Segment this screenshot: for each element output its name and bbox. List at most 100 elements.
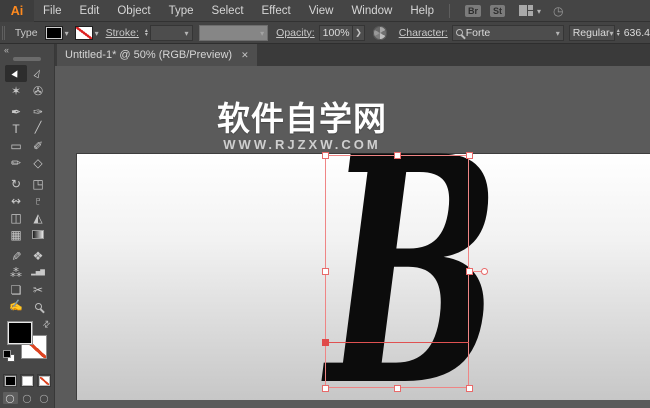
color-mode-buttons: [0, 374, 54, 387]
chevron-down-icon: [556, 27, 560, 39]
selection-handle-bottom-right[interactable]: [466, 385, 473, 392]
font-size-stepper[interactable]: ▴ ▾: [617, 28, 620, 38]
bridge-button[interactable]: Br: [465, 4, 482, 17]
stroke-none-swatch[interactable]: [74, 25, 93, 40]
scale-tool[interactable]: ◳: [27, 175, 49, 192]
rotate-tool[interactable]: ↻: [5, 175, 27, 192]
font-family-select[interactable]: Forte: [451, 24, 564, 41]
draw-inside-button[interactable]: ◯: [37, 392, 52, 404]
fill-stroke-indicator: ⇄: [0, 318, 54, 370]
workspace-switcher[interactable]: [519, 5, 541, 17]
collapse-panel-button[interactable]: «: [0, 44, 54, 55]
selection-handle-outer-circle[interactable]: [481, 268, 488, 275]
paintbrush-tool[interactable]: ✐: [27, 137, 49, 154]
menu-effect[interactable]: Effect: [253, 0, 300, 22]
selection-handle-bottom-center[interactable]: [394, 385, 401, 392]
stroke-label[interactable]: Stroke:: [106, 27, 139, 39]
menu-help[interactable]: Help: [401, 0, 443, 22]
default-fill-stroke-icon[interactable]: [3, 350, 15, 362]
drawing-mode-buttons: ◯ ◯ ◯: [0, 392, 54, 404]
chevron-down-icon[interactable]: [95, 27, 99, 39]
selection-handle-top-center[interactable]: [394, 152, 401, 159]
menu-type[interactable]: Type: [160, 0, 203, 22]
fill-swatch[interactable]: [44, 25, 63, 40]
font-search-icon: [455, 29, 463, 36]
baseline-anchor-point[interactable]: [322, 339, 329, 346]
swap-fill-stroke-icon[interactable]: ⇄: [41, 318, 54, 331]
app-logo[interactable]: Ai: [0, 0, 34, 22]
selection-tool[interactable]: ►: [5, 65, 27, 82]
font-style-value: Regular: [572, 26, 610, 39]
stroke-weight-select[interactable]: [149, 24, 193, 41]
draw-behind-button[interactable]: ◯: [20, 392, 35, 404]
type-tool[interactable]: T: [5, 120, 27, 137]
artboard-tool[interactable]: ❏: [5, 281, 27, 298]
tools-panel-grip[interactable]: [13, 57, 41, 61]
opacity-more-button[interactable]: ❯: [352, 24, 366, 41]
panel-grip-icon[interactable]: [2, 25, 7, 40]
font-style-select[interactable]: Regular: [568, 24, 615, 41]
stroke-color-control[interactable]: [74, 25, 99, 40]
fill-color-control[interactable]: [44, 25, 69, 40]
mesh-tool[interactable]: ▦: [5, 226, 27, 243]
rectangle-tool[interactable]: ▭: [5, 137, 27, 154]
selection-handle-middle-left[interactable]: [322, 268, 329, 275]
menu-object[interactable]: Object: [108, 0, 159, 22]
pencil-tool[interactable]: ✏: [5, 154, 27, 171]
draw-normal-button[interactable]: ◯: [2, 392, 18, 404]
opacity-input[interactable]: 100%: [318, 24, 353, 41]
close-icon[interactable]: ✕: [241, 50, 249, 61]
chevron-down-icon: [260, 27, 264, 39]
menu-file[interactable]: File: [34, 0, 71, 22]
selection-handle-middle-right[interactable]: [466, 268, 473, 275]
menu-window[interactable]: Window: [342, 0, 401, 22]
recolor-artwork-icon[interactable]: [373, 25, 387, 40]
stroke-weight-stepper[interactable]: ▴ ▾: [145, 28, 148, 38]
blend-tool[interactable]: ❖: [27, 247, 49, 264]
menu-select[interactable]: Select: [203, 0, 253, 22]
symbol-sprayer-tool[interactable]: ⁂: [5, 264, 27, 281]
hand-tool[interactable]: ✍: [5, 298, 27, 315]
slice-tool[interactable]: ✂: [27, 281, 49, 298]
puppet-warp-tool[interactable]: ♇: [27, 192, 49, 209]
fill-indicator-swatch[interactable]: [7, 321, 33, 345]
pen-tool[interactable]: ✒: [5, 103, 27, 120]
selection-handle-top-left[interactable]: [322, 152, 329, 159]
lasso-tool[interactable]: ✇: [27, 82, 49, 99]
illustrator-window: Ai File Edit Object Type Select Effect View Win…: [0, 0, 650, 408]
document-tab-bar: Untitled-1* @ 50% (RGB/Preview) ✕: [55, 44, 650, 66]
gradient-tool[interactable]: [27, 226, 49, 243]
control-bar: Type Stroke: ▴▾ Opacity: 100% ❯ Characte…: [0, 22, 650, 44]
shape-builder-tool[interactable]: ◫: [5, 209, 27, 226]
context-label: Type: [14, 26, 38, 39]
menu-view[interactable]: View: [300, 0, 343, 22]
zoom-tool[interactable]: [27, 298, 49, 315]
font-name-value: Forte: [465, 26, 491, 39]
menu-edit[interactable]: Edit: [71, 0, 109, 22]
gradient-button[interactable]: [20, 374, 34, 387]
column-graph-tool[interactable]: ▂▅▇: [27, 264, 49, 281]
selection-handle-bottom-left[interactable]: [322, 385, 329, 392]
sync-settings-icon[interactable]: ◷: [553, 4, 563, 18]
document-tab[interactable]: Untitled-1* @ 50% (RGB/Preview) ✕: [57, 44, 257, 66]
none-button[interactable]: [37, 374, 51, 387]
character-label[interactable]: Character:: [399, 27, 448, 39]
opacity-label[interactable]: Opacity:: [276, 27, 315, 39]
font-size-value: 636.4: [623, 26, 650, 39]
eyedropper-tool[interactable]: ✎: [5, 247, 27, 264]
width-tool[interactable]: ↭: [5, 192, 27, 209]
curvature-tool[interactable]: ✑: [27, 103, 49, 120]
selection-bounding-box[interactable]: [325, 155, 469, 388]
canvas[interactable]: 软件自学网 WWW.RJZXW.COM B: [55, 66, 650, 408]
stock-button[interactable]: St: [490, 4, 506, 17]
perspective-grid-tool[interactable]: ◭: [27, 209, 49, 226]
selection-handle-top-right[interactable]: [466, 152, 473, 159]
chevron-down-icon: [537, 5, 541, 17]
chevron-down-icon[interactable]: [65, 27, 69, 39]
workspace-layout-icon: [519, 5, 534, 16]
line-segment-tool[interactable]: ╱: [27, 120, 49, 137]
direct-selection-tool[interactable]: ▻: [27, 65, 49, 82]
eraser-tool[interactable]: ◇: [27, 154, 49, 171]
color-button[interactable]: [3, 374, 17, 387]
magic-wand-tool[interactable]: ✶: [5, 82, 27, 99]
